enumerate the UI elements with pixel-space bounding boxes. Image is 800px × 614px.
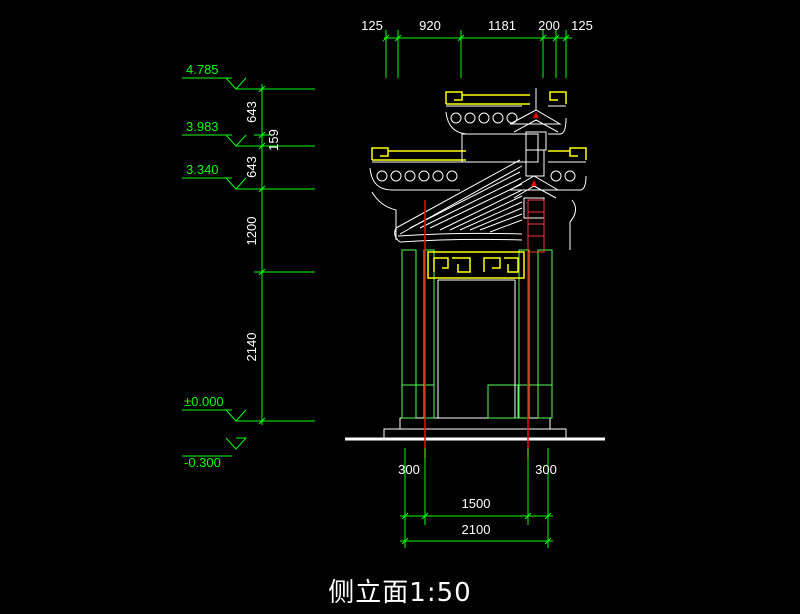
dim-bottom-left-offset: 300: [398, 462, 420, 477]
dim-bottom-column-span: 1500: [462, 496, 491, 511]
elev-upper-roof: 3.983: [186, 119, 219, 134]
drawing-title: 侧立面1:50: [328, 578, 472, 608]
cad-drawing: 125 920 1181 200 125 4.785 3.983 3.340 ±…: [0, 0, 800, 614]
dim-vertical-3: 643: [244, 156, 259, 178]
dim-top-5: 125: [571, 18, 593, 33]
dim-top-4: 200: [538, 18, 560, 33]
dim-bottom-total-width: 2100: [462, 522, 491, 537]
dim-vertical-5: 2140: [244, 333, 259, 362]
dim-vertical-4: 1200: [244, 217, 259, 246]
elev-ground: ±0.000: [184, 394, 224, 409]
dim-vertical-2: 159: [266, 129, 281, 151]
dim-top-1: 125: [361, 18, 383, 33]
elev-lower-roof: 3.340: [186, 162, 219, 177]
canvas-background: [0, 0, 800, 614]
elev-top: 4.785: [186, 62, 219, 77]
dim-vertical-1: 643: [244, 101, 259, 123]
dim-top-2: 920: [419, 18, 441, 33]
elev-base: -0.300: [184, 455, 221, 470]
dim-top-3: 1181: [488, 18, 516, 33]
dim-bottom-right-offset: 300: [535, 462, 557, 477]
